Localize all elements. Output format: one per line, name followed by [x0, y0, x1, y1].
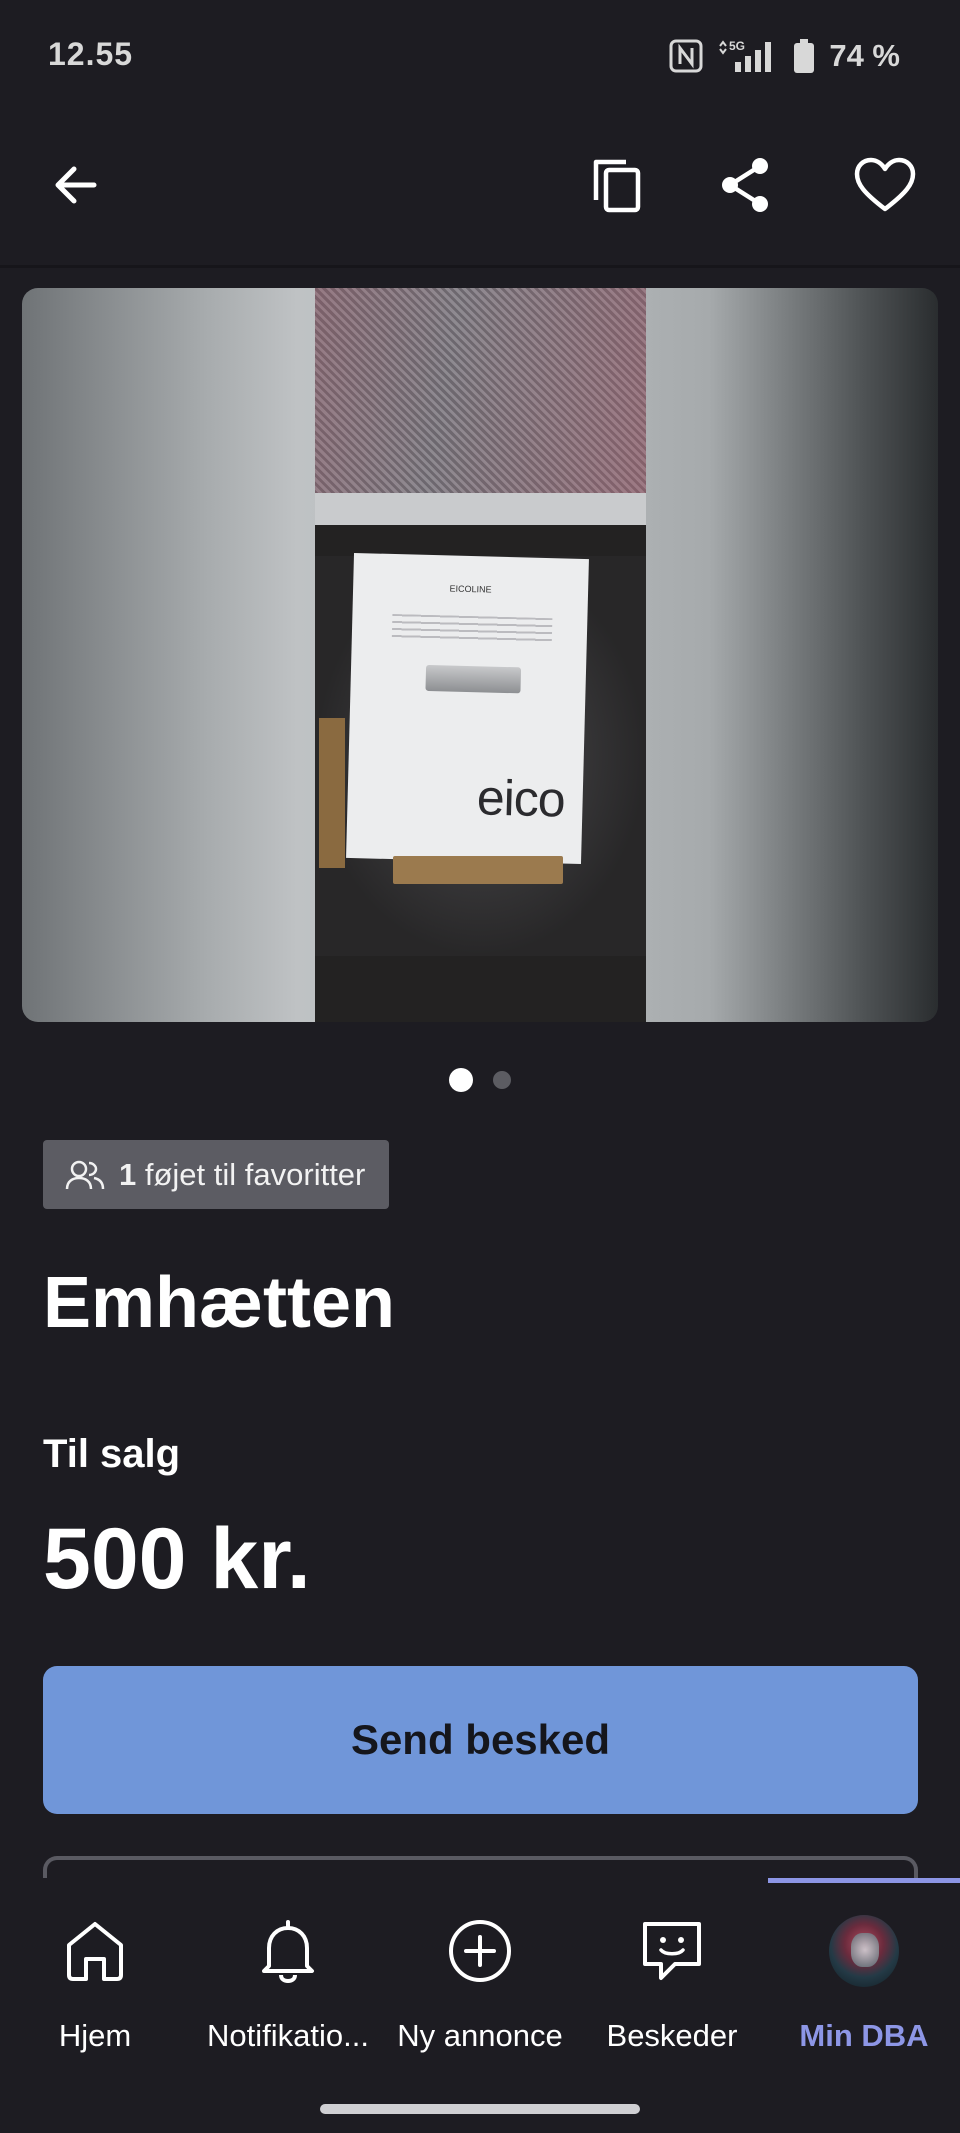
status-bar: 12.55 5G 74 %: [0, 0, 960, 110]
active-tab-indicator: [768, 1878, 960, 1883]
listing-title: Emhætten: [43, 1263, 396, 1343]
app-bar: [0, 110, 960, 265]
share-button[interactable]: [700, 140, 790, 230]
image-gallery[interactable]: EICOLINE eico: [22, 288, 938, 1022]
users-icon: [65, 1160, 105, 1189]
favorites-count-badge: 1 føjet til favoritter: [43, 1140, 390, 1209]
battery-percentage: 74 %: [829, 38, 900, 73]
nav-label-new-listing: Ny annonce: [397, 2018, 563, 2053]
pager-dot-2[interactable]: [493, 1071, 511, 1089]
favorite-button[interactable]: [840, 140, 930, 230]
status-time: 12.55: [48, 36, 134, 72]
battery-icon: [794, 39, 815, 73]
heart-icon: [854, 157, 916, 212]
home-indicator[interactable]: [320, 2104, 640, 2114]
nav-label-messages: Beskeder: [606, 2018, 738, 2053]
favorites-label: føjet til favoritter: [144, 1156, 366, 1192]
listing-type: Til salg: [43, 1432, 181, 1476]
plus-circle-icon: [449, 1920, 511, 1982]
photo-manual: EICOLINE eico: [346, 552, 589, 865]
chat-icon: [643, 1922, 701, 1980]
signal-icon: 5G: [719, 39, 772, 72]
nfc-icon: [669, 39, 703, 73]
photo-wood-side: [319, 718, 345, 868]
copy-icon: [593, 159, 641, 213]
manual-title: EICOLINE: [449, 583, 492, 595]
listing-photo[interactable]: EICOLINE eico: [315, 288, 646, 1022]
bottom-navigation: Hjem Notifikatio... Ny annonce Beskeder …: [0, 1878, 960, 2133]
share-icon: [722, 158, 768, 212]
nav-label-my-dba: Min DBA: [799, 2018, 929, 2053]
favorites-count: 1: [119, 1156, 137, 1192]
gallery-pager: [0, 1068, 960, 1092]
app-bar-divider: [0, 265, 960, 268]
listing-price: 500 kr.: [43, 1511, 311, 1607]
back-button[interactable]: [30, 140, 120, 230]
status-icons: 5G 74 %: [669, 36, 900, 76]
manual-hood-image: [425, 664, 522, 694]
nav-item-new-listing[interactable]: Ny annonce: [385, 1916, 575, 2066]
send-message-button[interactable]: Send besked: [43, 1666, 918, 1814]
photo-shelf: [315, 493, 646, 525]
manual-logo: eico: [476, 769, 566, 828]
manual-text-lines: [391, 614, 553, 643]
photo-wood-plank: [393, 856, 563, 884]
back-arrow-icon: [55, 166, 97, 204]
nav-item-notifications[interactable]: Notifikatio...: [193, 1916, 383, 2066]
pager-dot-1[interactable]: [449, 1068, 473, 1092]
nav-label-notifications: Notifikatio...: [207, 2018, 369, 2053]
favorites-text: 1 føjet til favoritter: [119, 1157, 365, 1193]
bell-icon: [262, 1920, 314, 1984]
nav-item-messages[interactable]: Beskeder: [577, 1916, 767, 2066]
nav-item-my-dba[interactable]: Min DBA: [768, 1915, 960, 2066]
photo-film: [315, 288, 646, 498]
svg-text:5G: 5G: [729, 39, 745, 53]
avatar: [829, 1915, 899, 1987]
home-icon: [67, 1922, 123, 1981]
nav-item-home[interactable]: Hjem: [0, 1916, 190, 2066]
nav-label-home: Hjem: [58, 2018, 132, 2053]
copy-link-button[interactable]: [572, 140, 662, 230]
